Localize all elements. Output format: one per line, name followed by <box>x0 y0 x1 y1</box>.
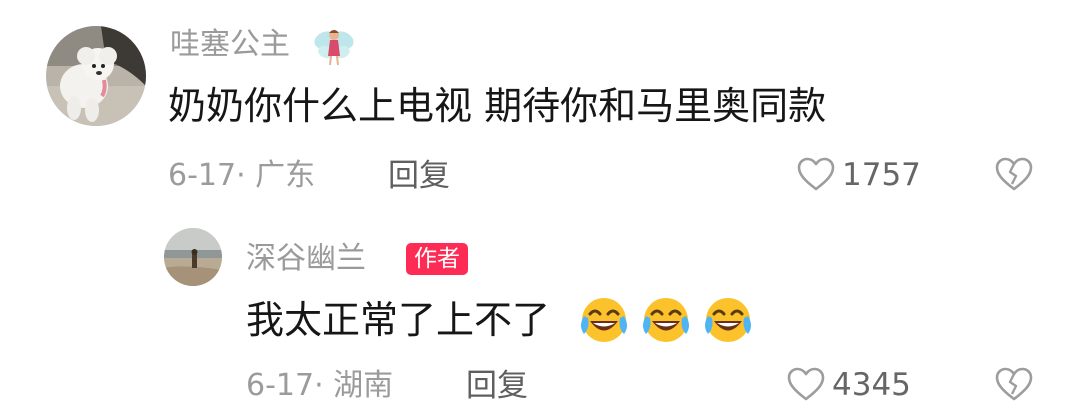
like-count: 1757 <box>842 157 921 193</box>
like-button[interactable]: 4345 <box>786 365 911 405</box>
comment-username[interactable]: 哇塞公主 <box>170 28 290 62</box>
comment-date-location: 6-17· 湖南 <box>246 368 394 403</box>
fairy-emoji-icon <box>314 30 354 66</box>
broken-heart-icon[interactable] <box>994 365 1034 405</box>
reply-button[interactable]: 回复 <box>388 159 450 193</box>
like-button[interactable]: 1757 <box>796 155 921 195</box>
like-count: 4345 <box>832 367 911 403</box>
avatar[interactable] <box>164 228 222 286</box>
laughing-crying-emoji-icon <box>705 298 751 342</box>
comment-date-location: 6-17· 广东 <box>168 158 316 193</box>
white-poodle-avatar-icon <box>46 26 146 126</box>
comment-username[interactable]: 深谷幽兰 <box>246 242 366 276</box>
heart-outline-icon <box>787 367 825 401</box>
laughing-crying-emoji-icon <box>643 298 689 342</box>
avatar[interactable] <box>46 26 146 126</box>
broken-heart-icon[interactable] <box>994 155 1034 195</box>
reply-button[interactable]: 回复 <box>466 369 528 403</box>
heart-outline-icon <box>797 157 835 191</box>
beach-landscape-avatar-icon <box>164 228 222 286</box>
laughing-crying-emoji-icon <box>581 298 627 342</box>
author-badge: 作者 <box>406 243 468 275</box>
comment-text: 我太正常了上不了 <box>246 298 551 342</box>
comment-text: 奶奶你什么上电视 期待你和马里奥同款 <box>168 84 827 128</box>
